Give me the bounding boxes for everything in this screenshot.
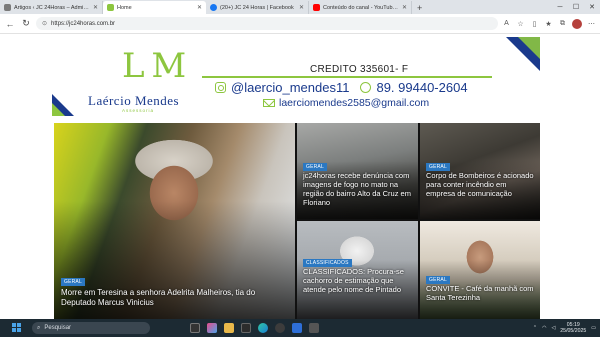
reload-icon[interactable]: ↻: [20, 18, 32, 29]
back-arrow-icon[interactable]: ←: [4, 19, 16, 29]
system-tray: ⌃ ◠ ◁ 05:19 25/05/2025 ▭: [533, 322, 596, 334]
new-tab-button[interactable]: +: [412, 1, 427, 14]
taskbar-search[interactable]: ⌕ Pesquisar: [32, 322, 150, 334]
banner-corner-decoration: [52, 103, 65, 116]
notifications-icon[interactable]: ▭: [591, 325, 596, 331]
youtube-favicon-icon: [313, 4, 320, 11]
news-card[interactable]: GERAL Corpo de Bombeiros é acionado para…: [420, 123, 540, 219]
category-badge[interactable]: GERAL: [303, 163, 327, 171]
close-tab-icon[interactable]: ✕: [299, 4, 304, 11]
email-address: laerciomendes2585@gmail.com: [279, 97, 430, 109]
category-badge[interactable]: CLASSIFICADOS: [303, 259, 352, 267]
site-info-icon[interactable]: ⊙: [42, 20, 47, 27]
taskbar-clock[interactable]: 05:19 25/05/2025: [560, 322, 586, 334]
windows-start-icon[interactable]: [12, 323, 22, 333]
tab-home[interactable]: Home ✕: [103, 1, 206, 14]
facebook-favicon-icon: [210, 4, 217, 11]
news-headline[interactable]: Corpo de Bombeiros é acionado para conte…: [426, 171, 536, 198]
contact-row: @laercio_mendes11 89. 99440-2604: [215, 80, 468, 95]
read-aloud-icon[interactable]: A: [502, 19, 511, 28]
close-tab-icon[interactable]: ✕: [402, 4, 407, 11]
wifi-icon[interactable]: ◠: [542, 325, 546, 331]
news-headline[interactable]: CONVITE - Café da manhã com Santa Terezi…: [426, 284, 536, 302]
url-bar[interactable]: ⊙ https://jc24horas.com.br: [36, 17, 498, 30]
windows-taskbar: ⌕ Pesquisar ⌃ ◠ ◁ 05:19 25/05/2025 ▭: [0, 319, 600, 337]
close-window-icon[interactable]: ✕: [584, 0, 600, 14]
profile-avatar[interactable]: [572, 18, 582, 29]
address-toolbar: ← ↻ ⊙ https://jc24horas.com.br A ☆ ▯ ★ ⧉…: [0, 14, 600, 34]
banner-corner-decoration: [518, 37, 540, 59]
logo-subtitle: Assessoria: [122, 108, 155, 113]
featured-news-card[interactable]: GERAL Morre em Teresina a senhora Adelri…: [54, 123, 295, 319]
split-screen-icon[interactable]: ▯: [530, 19, 539, 28]
app-icon[interactable]: [275, 323, 285, 333]
tab-title: Home: [117, 4, 132, 11]
clock-date: 25/05/2025: [560, 328, 587, 334]
wordpress-favicon-icon: [4, 4, 11, 11]
news-grid: GERAL Morre em Teresina a senhora Adelri…: [54, 123, 540, 319]
advertising-banner[interactable]: L M Laércio Mendes Assessoria CREDITO 33…: [52, 37, 540, 116]
url-text: https://jc24horas.com.br: [51, 20, 116, 27]
browser-tab-strip: Artigos ‹ JC 24Horas – Administração ✕ H…: [0, 0, 600, 14]
tab-title: (20+) JC 24 Horas | Facebook: [220, 4, 294, 11]
site-favicon-icon: [107, 4, 114, 11]
close-tab-icon[interactable]: ✕: [93, 4, 98, 11]
tab-facebook[interactable]: (20+) JC 24 Horas | Facebook ✕: [206, 1, 309, 14]
banner-divider: [202, 76, 492, 78]
instagram-handle: @laercio_mendes11: [231, 80, 350, 95]
close-tab-icon[interactable]: ✕: [197, 4, 202, 11]
tab-youtube-studio[interactable]: Conteúdo do canal - YouTube Studio ✕: [309, 1, 412, 14]
tab-artigos[interactable]: Artigos ‹ JC 24Horas – Administração ✕: [0, 1, 103, 14]
tab-title: Artigos ‹ JC 24Horas – Administração: [14, 4, 90, 11]
volume-icon[interactable]: ◁: [551, 325, 555, 331]
news-headline[interactable]: CLASSIFICADOS: Procura-se cachorro de es…: [303, 267, 415, 294]
web-page: L M Laércio Mendes Assessoria CREDITO 33…: [0, 35, 600, 319]
instagram-icon: [215, 82, 226, 93]
email-icon: [263, 99, 275, 107]
chevron-up-icon[interactable]: ⌃: [533, 325, 537, 331]
category-badge[interactable]: GERAL: [426, 276, 450, 284]
collections-icon[interactable]: ⧉: [558, 19, 567, 28]
logo-mark: L M: [122, 46, 186, 86]
outlook-icon[interactable]: [292, 323, 302, 333]
maximize-icon[interactable]: ☐: [568, 0, 584, 14]
task-view-icon[interactable]: [190, 323, 200, 333]
store-icon[interactable]: [241, 323, 251, 333]
more-menu-icon[interactable]: ⋯: [587, 19, 596, 28]
browser-tools: A ☆ ▯ ★ ⧉ ⋯: [502, 18, 596, 29]
category-badge[interactable]: GERAL: [426, 163, 450, 171]
tab-title: Conteúdo do canal - YouTube Studio: [323, 4, 399, 11]
credit-number: CREDITO 335601- F: [310, 64, 409, 75]
taskbar-apps: [190, 323, 319, 333]
category-badge[interactable]: GERAL: [61, 278, 85, 286]
news-headline[interactable]: jc24horas recebe denúncia com imagens de…: [303, 171, 415, 207]
whatsapp-icon: [360, 82, 372, 93]
whatsapp-number: 89. 99440-2604: [376, 80, 468, 95]
minimize-icon[interactable]: ─: [552, 0, 568, 14]
news-card[interactable]: GERAL CONVITE - Café da manhã com Santa …: [420, 221, 540, 319]
search-placeholder: Pesquisar: [44, 325, 72, 331]
email-row: laerciomendes2585@gmail.com: [263, 97, 429, 109]
edge-icon[interactable]: [258, 323, 268, 333]
search-icon: ⌕: [37, 324, 41, 331]
copilot-icon[interactable]: [207, 323, 217, 333]
news-card[interactable]: GERAL jc24horas recebe denúncia com imag…: [297, 123, 418, 219]
app-icon[interactable]: [309, 323, 319, 333]
favorite-star-icon[interactable]: ☆: [516, 19, 525, 28]
file-explorer-icon[interactable]: [224, 323, 234, 333]
window-controls: ─ ☐ ✕: [552, 0, 600, 14]
favorites-icon[interactable]: ★: [544, 19, 553, 28]
news-headline[interactable]: Morre em Teresina a senhora Adelrita Mal…: [61, 288, 286, 308]
logo-name: Laércio Mendes: [88, 93, 180, 108]
news-card[interactable]: CLASSIFICADOS CLASSIFICADOS: Procura-se …: [297, 221, 418, 319]
